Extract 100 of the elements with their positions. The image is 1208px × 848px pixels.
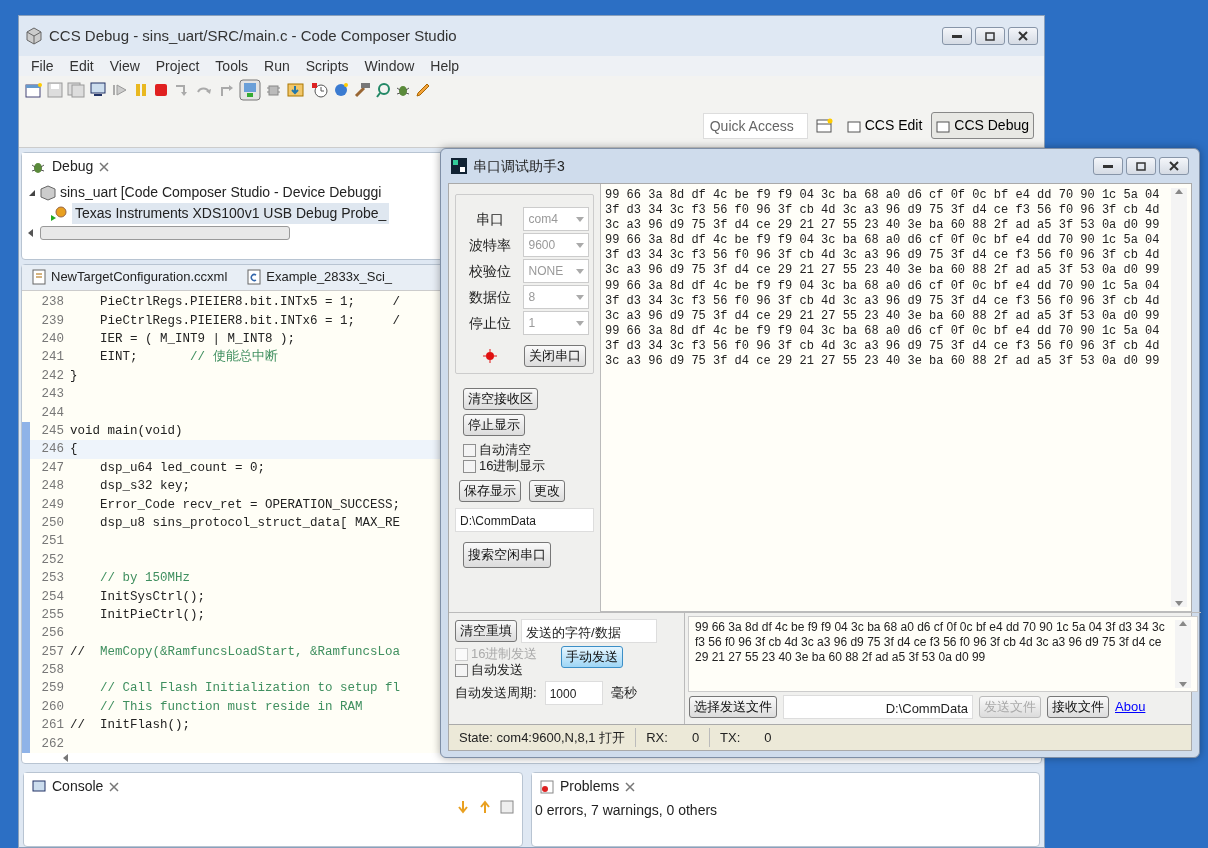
problems-tab[interactable]: Problems: [560, 776, 620, 797]
menu-item[interactable]: Tools: [207, 55, 257, 77]
menu-item[interactable]: Help: [422, 55, 468, 77]
save-icon[interactable]: [47, 82, 63, 98]
scroll-down-icon[interactable]: [1179, 682, 1187, 688]
load-icon[interactable]: [287, 82, 307, 98]
tree-item[interactable]: Texas Instruments XDS100v1 USB Debug Probe_: [72, 203, 390, 224]
line-number: 257: [40, 643, 65, 661]
perspective-icon: [846, 118, 861, 133]
receive-button[interactable]: 清空接收区: [463, 388, 538, 410]
receive-button[interactable]: 停止显示: [463, 414, 525, 436]
close-button[interactable]: [1008, 27, 1038, 45]
close-button[interactable]: [1159, 157, 1189, 175]
code-line: dsp_u64 led_count = 0;: [99, 459, 266, 477]
scroll-down-icon[interactable]: [1175, 601, 1183, 607]
perspective-button[interactable]: CCS Edit: [841, 112, 928, 139]
search-port-button[interactable]: 搜索空闲串口: [463, 542, 551, 568]
open-perspective-icon[interactable]: [815, 117, 834, 134]
menu-item[interactable]: Edit: [61, 55, 102, 77]
code-line: void main(void): [69, 423, 183, 440]
new-window-icon[interactable]: [25, 82, 43, 98]
period-field[interactable]: 1000: [544, 681, 603, 705]
line-number: 240: [40, 331, 65, 349]
line-number: 262: [40, 735, 65, 753]
line-number: 250: [40, 514, 65, 532]
horizontal-scrollbar[interactable]: [40, 226, 290, 240]
menu-item[interactable]: Window: [356, 55, 423, 77]
minimize-icon: [1103, 164, 1113, 168]
probe-icon: [50, 205, 68, 222]
code-line: }: [69, 367, 78, 385]
search-icon[interactable]: [375, 82, 391, 98]
choose-file-button[interactable]: 选择发送文件: [689, 696, 777, 718]
file-button[interactable]: 接收文件: [1047, 696, 1109, 718]
quick-access-field[interactable]: Quick Access: [702, 112, 808, 139]
debug-tab[interactable]: Debug: [52, 156, 94, 177]
line-number: 259: [40, 680, 65, 698]
close-port-button[interactable]: 关闭串口: [524, 345, 586, 367]
menu-item[interactable]: Scripts: [297, 55, 357, 77]
save-button[interactable]: 保存显示: [459, 480, 521, 502]
expand-arrow-icon[interactable]: [28, 188, 36, 197]
minimize-button[interactable]: [1093, 157, 1123, 175]
status-label: RX:: [646, 728, 668, 747]
pencil-icon[interactable]: [415, 82, 431, 98]
close-icon[interactable]: [99, 161, 110, 172]
file-path-field[interactable]: D:\CommData: [783, 695, 973, 719]
menu-item[interactable]: Run: [256, 55, 298, 77]
clear-refill-button[interactable]: 清空重填: [455, 620, 517, 642]
console-icon: [32, 779, 46, 794]
tree-item[interactable]: sins_uart [Code Composer Studio - Device Debuggi: [60, 182, 382, 203]
line-number: 254: [40, 588, 65, 606]
app-icon: [451, 158, 467, 174]
save-path-field[interactable]: D:\CommData: [455, 508, 594, 532]
code-line: InitSysCtrl();: [99, 588, 206, 606]
cube-icon: [25, 27, 43, 45]
maximize-button[interactable]: [975, 27, 1005, 45]
scroll-up-icon[interactable]: [1175, 188, 1183, 194]
clock-icon[interactable]: [311, 82, 329, 98]
line-number: 248: [40, 478, 65, 496]
checkbox[interactable]: [455, 663, 468, 677]
up-arrow-icon[interactable]: [478, 800, 492, 814]
checkbox[interactable]: [463, 459, 476, 473]
stop-icon[interactable]: [153, 82, 169, 98]
menu-item[interactable]: View: [101, 55, 148, 77]
about-link[interactable]: Abou: [1115, 697, 1146, 717]
checkbox-label: 自动发送: [471, 662, 523, 678]
perspective-icon: [936, 118, 951, 133]
editor-tab[interactable]: Example_2833x_Sci_: [266, 267, 393, 287]
maximize-icon: [985, 31, 995, 41]
code-line: Error_Code recv_ret = OPERATION_SUCCESS;: [99, 496, 401, 514]
minimize-button[interactable]: [942, 27, 972, 45]
save-button[interactable]: 更改: [529, 480, 565, 502]
code-line: {: [69, 441, 78, 459]
perspective-button[interactable]: CCS Debug: [931, 112, 1034, 139]
bulb-icon[interactable]: [333, 82, 349, 98]
line-number: 245: [40, 423, 65, 440]
cube-icon: [40, 184, 56, 201]
editor-tab[interactable]: NewTargetConfiguration.ccxml: [51, 267, 228, 287]
field-label: 停止位: [467, 313, 512, 333]
scroll-left-icon[interactable]: [26, 228, 36, 238]
send-mode-field[interactable]: 发送的字符/数据: [521, 619, 657, 643]
code-line: IER = ( M_INT9 | M_INT8 );: [99, 331, 296, 349]
chip-icon[interactable]: [265, 82, 283, 98]
manual-send-button[interactable]: 手动发送: [561, 646, 624, 668]
menu-item[interactable]: Project: [147, 55, 208, 77]
menu-item[interactable]: File: [23, 55, 62, 77]
connect-icon[interactable]: [239, 79, 261, 101]
hammer-icon[interactable]: [353, 82, 371, 98]
pin-icon[interactable]: [500, 800, 514, 814]
monitor-icon[interactable]: [89, 82, 107, 98]
down-arrow-icon[interactable]: [456, 800, 470, 814]
scroll-up-icon[interactable]: [1179, 620, 1187, 626]
console-tab[interactable]: Console: [52, 776, 104, 797]
close-icon[interactable]: [109, 781, 120, 792]
line-number: 247: [40, 459, 65, 477]
field-label: 校验位: [467, 261, 512, 281]
maximize-button[interactable]: [1126, 157, 1156, 175]
close-icon[interactable]: [625, 781, 636, 792]
maximize-icon: [1136, 161, 1146, 171]
scroll-left-icon[interactable]: [62, 753, 70, 763]
checkbox[interactable]: [463, 443, 476, 457]
